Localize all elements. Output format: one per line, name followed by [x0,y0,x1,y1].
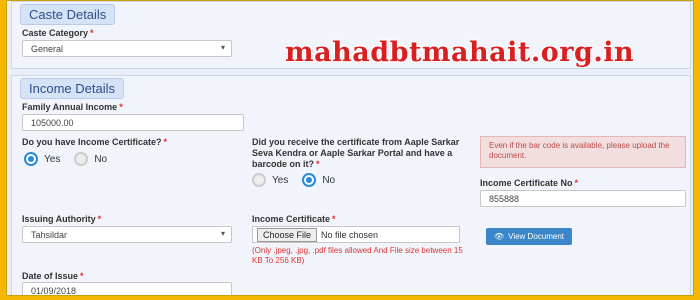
has-certificate-no-radio[interactable] [74,152,89,166]
site-watermark: mahadbtmahait.org.in [285,37,635,68]
view-document-button[interactable]: 👁 View Document [486,228,572,245]
has-certificate-yes-label: Yes [44,153,61,165]
caste-details-heading: Caste Details [20,4,116,25]
chevron-down-icon: ▾ [220,43,225,52]
barcode-no-radio[interactable] [302,173,317,187]
family-income-label: Family Annual Income * [22,102,123,112]
income-cert-file-label: Income Certificate * [252,214,336,224]
income-cert-file-input[interactable]: Choose File No file chosen [252,226,460,243]
family-income-input[interactable]: 105000.00 [22,114,244,131]
file-hint-text: (Only .jpeg, .jpg, .pdf files allowed An… [252,246,463,265]
choose-file-button[interactable]: Choose File [257,227,318,242]
barcode-alert: Even if the bar code is available, pleas… [480,136,686,168]
income-details-panel: Income Details Family Annual Income * 105… [11,75,691,295]
issuing-authority-select[interactable]: Tahsildar ▾ [22,226,232,243]
has-certificate-radio-group: Yes No [24,152,121,166]
has-certificate-label: Do you have Income Certificate? * [22,137,168,147]
cert-no-label: Income Certificate No * [480,178,579,188]
cert-no-input[interactable]: 855888 [480,190,686,207]
eye-icon: 👁 [493,232,505,241]
barcode-no-label: No [322,174,336,186]
required-mark: * [90,28,94,38]
issuing-authority-label: Issuing Authority * [22,214,102,224]
barcode-yes-label: Yes [272,174,289,186]
date-of-issue-input[interactable]: 01/09/2018 [22,282,232,295]
has-certificate-yes-radio[interactable] [24,152,38,166]
date-of-issue-label: Date of Issue * [22,271,84,281]
income-details-heading: Income Details [20,78,124,99]
chevron-down-icon: ▾ [220,229,225,238]
barcode-question-label: Did you receive the certificate from Aap… [252,137,460,169]
form-frame: Caste Details Caste Category * General ▾ … [6,0,694,296]
file-status-text: No file chosen [321,229,379,240]
caste-category-label: Caste Category * [22,28,94,38]
caste-category-select[interactable]: General ▾ [22,40,232,57]
barcode-radio-group: Yes No [252,173,349,187]
barcode-yes-radio[interactable] [252,173,266,187]
has-certificate-no-label: No [94,153,108,165]
